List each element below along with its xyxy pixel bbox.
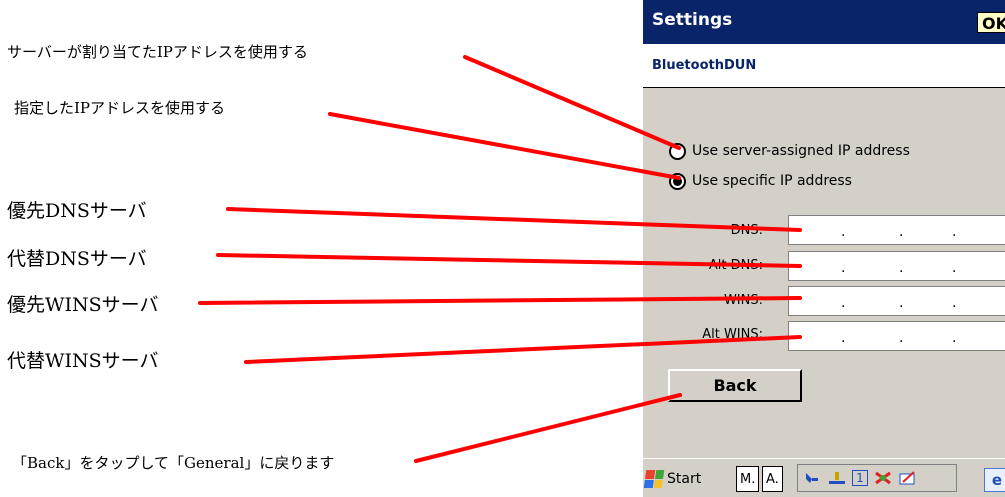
- taskbar-tab-1[interactable]: M.: [736, 466, 760, 492]
- wins-input[interactable]: . . .: [788, 286, 1005, 316]
- taskbar-tab-2[interactable]: A.: [762, 466, 783, 492]
- annotation-primary-wins: 優先WINSサーバ: [7, 294, 159, 316]
- device-screen: Settings OK BluetoothDUN Use server-assi…: [643, 0, 1005, 497]
- connection-name: BluetoothDUN: [652, 58, 757, 73]
- back-button[interactable]: Back: [668, 369, 802, 402]
- line-specific-ip: [328, 112, 681, 180]
- system-tray: 1: [797, 464, 957, 492]
- radio-specific-ip[interactable]: Use specific IP address: [669, 169, 852, 193]
- annotation-alt-dns: 代替DNSサーバ: [7, 248, 147, 270]
- radio-server-assigned-label: Use server-assigned IP address: [692, 143, 910, 159]
- alt-dns-dot-3: .: [952, 260, 957, 276]
- pen-icon[interactable]: [898, 469, 918, 487]
- start-button[interactable]: Start: [643, 464, 702, 494]
- dns-dot-2: .: [899, 224, 904, 240]
- dns-dot-1: .: [841, 224, 846, 240]
- network-icon[interactable]: [827, 469, 847, 487]
- internet-explorer-icon[interactable]: e: [984, 468, 1005, 492]
- start-label: Start: [667, 471, 702, 487]
- ok-button[interactable]: OK: [977, 12, 1005, 33]
- annotation-primary-dns: 優先DNSサーバ: [7, 200, 147, 222]
- dns-label: DNS:: [730, 223, 763, 238]
- alt-wins-dot-2: .: [899, 330, 904, 346]
- subheader: BluetoothDUN: [643, 44, 1005, 88]
- radio-server-assigned-circle[interactable]: [669, 142, 686, 160]
- alt-wins-label: Alt WINS:: [702, 327, 763, 342]
- dns-dot-3: .: [952, 224, 957, 240]
- wins-dot-3: .: [952, 295, 957, 311]
- radio-specific-ip-circle[interactable]: [669, 172, 686, 190]
- radio-server-assigned[interactable]: Use server-assigned IP address: [669, 139, 910, 163]
- alt-dns-dot-1: .: [841, 260, 846, 276]
- alt-dns-label: Alt DNS:: [708, 258, 763, 273]
- alt-wins-input[interactable]: . . .: [788, 321, 1005, 351]
- alt-wins-dot-1: .: [841, 330, 846, 346]
- wins-label: WINS:: [723, 293, 763, 308]
- input-panel-icon[interactable]: 1: [852, 470, 868, 486]
- annotation-back-note: 「Back」をタップして「General」に戻ります: [12, 454, 335, 472]
- alt-wins-dot-3: .: [952, 330, 957, 346]
- windows-flag-icon: [643, 470, 665, 488]
- alt-dns-input[interactable]: . . .: [788, 251, 1005, 281]
- annotation-server-assigned: サーバーが割り当てたIPアドレスを使用する: [7, 43, 308, 61]
- window-title: Settings: [652, 10, 733, 30]
- line-back-note: [414, 393, 682, 463]
- connection-status-icon[interactable]: [873, 469, 893, 487]
- tool-icon[interactable]: [802, 469, 822, 487]
- alt-dns-dot-2: .: [899, 260, 904, 276]
- dns-input[interactable]: . . .: [788, 215, 1005, 245]
- annotation-specific-ip: 指定したIPアドレスを使用する: [14, 99, 226, 117]
- title-bar: Settings OK: [643, 0, 1005, 44]
- wins-dot-1: .: [841, 295, 846, 311]
- annotation-alt-wins: 代替WINSサーバ: [7, 350, 159, 372]
- taskbar: Start M. A. 1 e: [643, 458, 1005, 497]
- wins-dot-2: .: [899, 295, 904, 311]
- radio-specific-ip-label: Use specific IP address: [692, 173, 852, 189]
